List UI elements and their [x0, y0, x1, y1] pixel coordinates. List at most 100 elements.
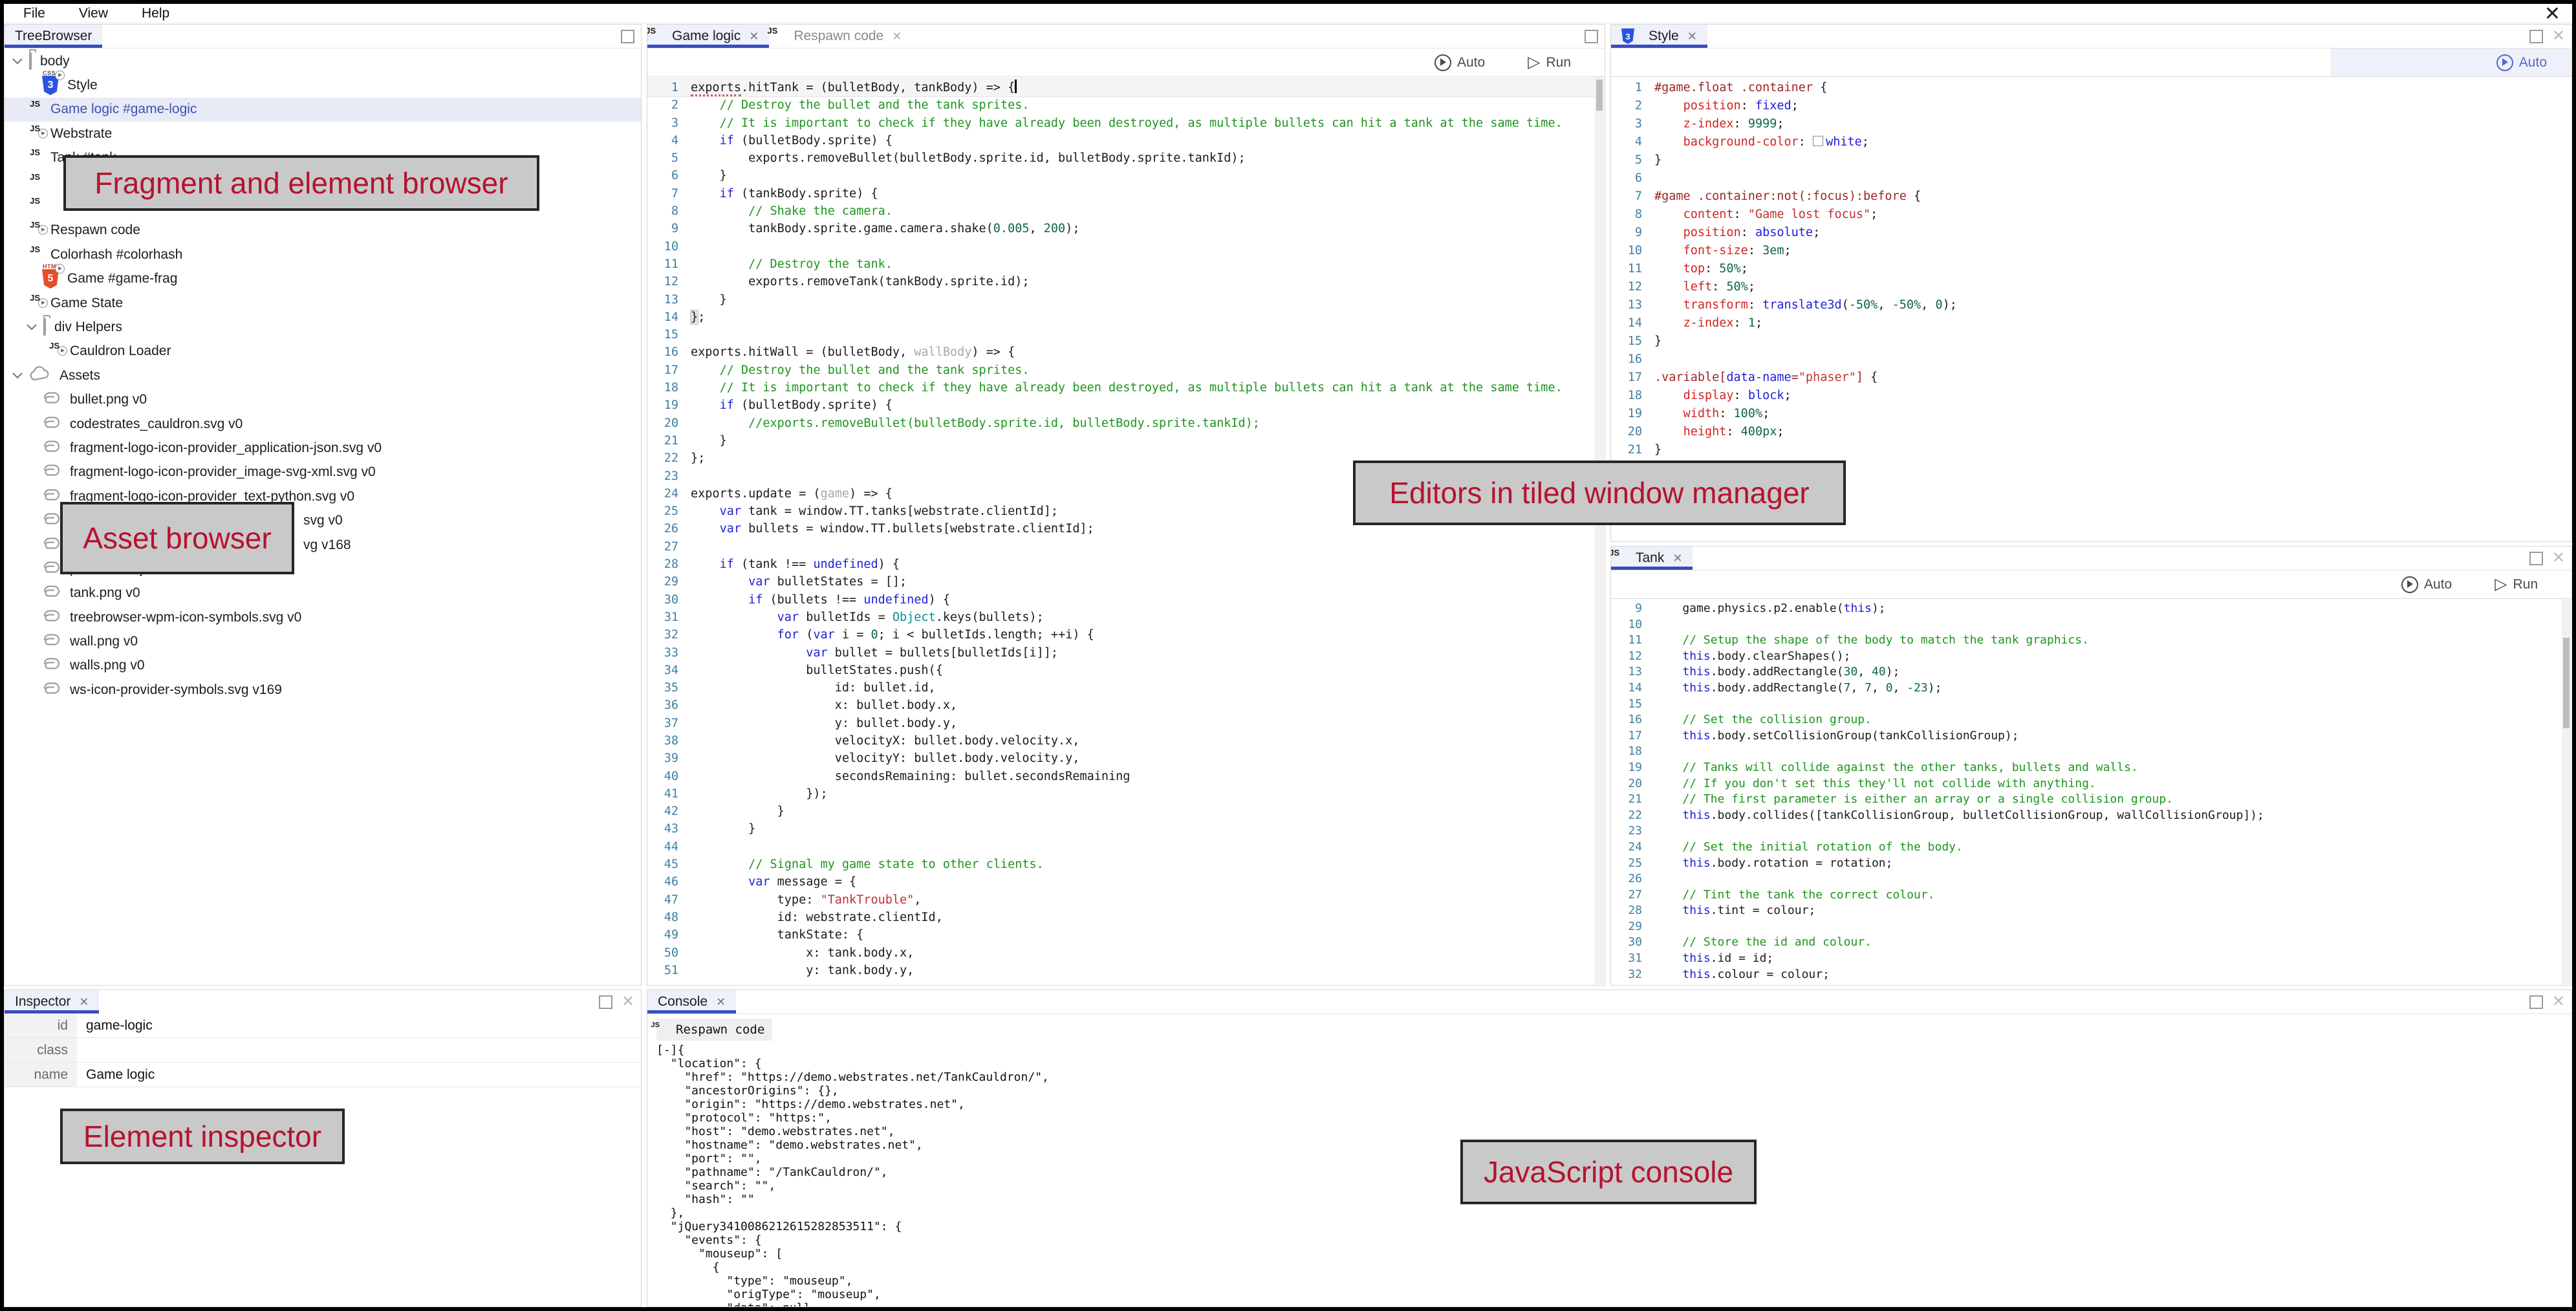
- asset-item-tank-png-v0[interactable]: tank.png v0: [5, 581, 641, 605]
- tree-item-game-state[interactable]: Game State: [5, 291, 641, 315]
- code-editor-tank[interactable]: 9 game.physics.p2.enable(this);1011 // S…: [1611, 599, 2571, 985]
- menu-file[interactable]: File: [23, 6, 45, 21]
- maximize-icon[interactable]: [621, 30, 634, 43]
- tab-console[interactable]: Console ✕: [647, 990, 736, 1013]
- asset-item-walls-png-v0[interactable]: walls.png v0: [5, 654, 641, 678]
- auto-run-button-active[interactable]: Auto: [2331, 49, 2571, 76]
- code-editor-game-logic[interactable]: 1exports.hitTank = (bulletBody, tankBody…: [647, 77, 1605, 985]
- close-icon[interactable]: ✕: [622, 994, 634, 1010]
- asset-item-fragment-logo-icon-provider-image-svg-xml-svg-v0[interactable]: fragment-logo-icon-provider_image-svg-xm…: [5, 460, 641, 484]
- item-label: fragment-logo-icon-provider_application-…: [70, 440, 382, 456]
- scrollbar[interactable]: [1595, 77, 1604, 984]
- item-label: Game logic #game-logic: [50, 102, 197, 117]
- scrollbar-thumb[interactable]: [1596, 80, 1603, 111]
- editor-toolbar: Auto ▷ Run: [1611, 570, 2571, 599]
- chevron-down-icon[interactable]: [12, 58, 29, 65]
- menu-help[interactable]: Help: [142, 6, 169, 21]
- tree-item-style[interactable]: CSS3Style: [5, 73, 641, 97]
- line-number: 18: [1611, 744, 1642, 760]
- close-icon[interactable]: ✕: [2552, 550, 2565, 566]
- menu-bar: File View Help ✕: [4, 4, 2572, 23]
- line-number: 5: [1611, 151, 1642, 169]
- asset-item-treebrowser-wpm-icon-symbols-svg-v0[interactable]: treebrowser-wpm-icon-symbols.svg v0: [5, 605, 641, 629]
- asset-item-ws-icon-provider-symbols-svg-v169[interactable]: ws-icon-provider-symbols.svg v169: [5, 678, 641, 702]
- close-icon[interactable]: ✕: [2552, 28, 2565, 44]
- editor-tabbar: Tank ✕ ✕: [1611, 547, 2571, 570]
- line-number: 19: [1611, 760, 1642, 776]
- run-badge-icon[interactable]: [55, 264, 65, 274]
- close-icon[interactable]: ✕: [716, 995, 726, 1009]
- close-icon[interactable]: ✕: [79, 995, 89, 1009]
- clip-icon: [42, 415, 61, 433]
- tab-treebrowser[interactable]: TreeBrowser: [5, 25, 102, 48]
- item-label: Game State: [50, 296, 123, 311]
- asset-item-bullet-png-v0[interactable]: bullet.png v0: [5, 387, 641, 411]
- run-badge-icon[interactable]: [58, 346, 67, 356]
- run-badge-icon[interactable]: [38, 225, 48, 235]
- tree-item-respawn-code[interactable]: Respawn code: [5, 219, 641, 243]
- chevron-down-icon[interactable]: [27, 324, 43, 330]
- line-number: 13: [647, 291, 678, 309]
- tree-item-div-helpers[interactable]: div Helpers: [5, 315, 641, 339]
- tab-tank[interactable]: Tank ✕: [1611, 547, 1693, 570]
- tree-item-webstrate[interactable]: Webstrate: [5, 122, 641, 146]
- window-close-icon[interactable]: ✕: [2544, 3, 2560, 25]
- item-label: wall.png v0: [70, 634, 138, 649]
- asset-item-codestrates-cauldron-svg-v0[interactable]: codestrates_cauldron.svg v0: [5, 412, 641, 436]
- line-number: 2: [647, 96, 678, 114]
- name-field[interactable]: Game logic: [77, 1063, 641, 1087]
- line-number: 33: [647, 644, 678, 662]
- line-number: 20: [1611, 776, 1642, 792]
- tree-item-cauldron-loader[interactable]: Cauldron Loader: [5, 340, 641, 363]
- code-line: 11 // Setup the shape of the body to mat…: [1611, 633, 2571, 649]
- auto-run-button[interactable]: Auto: [1434, 54, 1485, 71]
- maximize-icon[interactable]: [1585, 30, 1598, 43]
- line-number: 9: [1611, 601, 1642, 617]
- maximize-icon[interactable]: [599, 995, 612, 1009]
- line-number: 10: [647, 238, 678, 255]
- chevron-down-icon[interactable]: [12, 373, 29, 379]
- tree-item-colorhash-colorhash[interactable]: Colorhash #colorhash: [5, 243, 641, 266]
- code-line: 21 }: [647, 432, 1605, 450]
- run-badge-icon[interactable]: [38, 129, 48, 138]
- auto-play-icon: [2496, 54, 2513, 71]
- auto-run-button[interactable]: Auto: [2401, 576, 2452, 593]
- line-number: 14: [1611, 314, 1642, 332]
- scrollbar-thumb[interactable]: [2563, 638, 2570, 728]
- tab-style[interactable]: 3 Style ✕: [1611, 25, 1707, 48]
- tree-item-body[interactable]: body: [5, 49, 641, 73]
- code-line: 3 z-index: 9999;: [1611, 115, 2571, 133]
- annotation-label: Element inspector: [60, 1109, 345, 1164]
- close-icon[interactable]: ✕: [1672, 552, 1682, 565]
- tree-item-game-game-frag[interactable]: HTML5Game #game-frag: [5, 267, 641, 291]
- line-number: 6: [1611, 169, 1642, 188]
- close-icon[interactable]: ✕: [892, 30, 902, 43]
- maximize-icon[interactable]: [2529, 30, 2543, 43]
- scrollbar[interactable]: [2562, 599, 2571, 984]
- code-line: 1#game.float .container {: [1611, 79, 2571, 97]
- asset-item-fragment-logo-icon-provider-application-json-svg-v0[interactable]: fragment-logo-icon-provider_application-…: [5, 436, 641, 460]
- run-button[interactable]: ▷ Run: [2495, 576, 2538, 592]
- line-number: 3: [1611, 115, 1642, 133]
- tab-game-logic[interactable]: Game logic ✕: [647, 25, 769, 48]
- console-line: "events": {: [656, 1233, 2571, 1247]
- class-field[interactable]: [77, 1038, 641, 1062]
- run-badge-icon[interactable]: [38, 298, 48, 308]
- maximize-icon[interactable]: [2529, 552, 2543, 565]
- item-label: walls.png v0: [70, 658, 145, 673]
- tree-item-game-logic-game-logic[interactable]: Game logic #game-logic: [5, 98, 641, 122]
- run-badge-icon[interactable]: [55, 70, 65, 80]
- tree-item-assets[interactable]: Assets: [5, 363, 641, 387]
- close-icon[interactable]: ✕: [1687, 30, 1697, 43]
- run-button[interactable]: ▷ Run: [1528, 54, 1571, 70]
- console-line: },: [656, 1206, 2571, 1220]
- tab-respawn-code[interactable]: Respawn code ✕: [769, 25, 912, 48]
- id-field[interactable]: game-logic: [77, 1013, 641, 1037]
- tab-inspector[interactable]: Inspector ✕: [5, 990, 99, 1013]
- close-icon[interactable]: ✕: [749, 30, 759, 43]
- close-icon[interactable]: ✕: [2552, 994, 2565, 1010]
- asset-item-wall-png-v0[interactable]: wall.png v0: [5, 629, 641, 653]
- maximize-icon[interactable]: [2529, 995, 2543, 1009]
- menu-view[interactable]: View: [79, 6, 108, 21]
- console-source-badge[interactable]: Respawn code: [656, 1019, 772, 1041]
